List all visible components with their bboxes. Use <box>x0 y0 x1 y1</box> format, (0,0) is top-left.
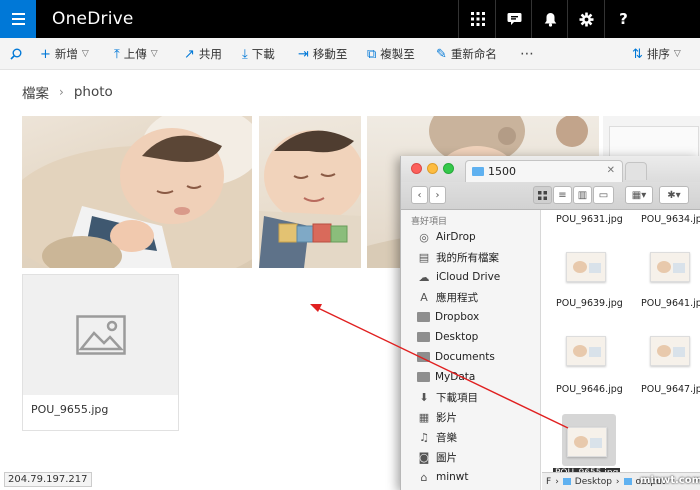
drag-arrow <box>310 304 569 429</box>
watermark-text: minwt.com <box>640 475 700 486</box>
